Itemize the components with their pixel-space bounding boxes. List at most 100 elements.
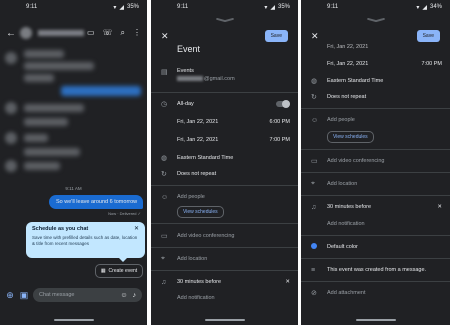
notification-row[interactable]: ♫ 30 minutes before ✕ xyxy=(301,201,450,213)
all-day-label: All-day xyxy=(177,101,194,107)
repeat-row[interactable]: ↻ Does not repeat xyxy=(301,91,450,103)
close-icon[interactable]: ✕ xyxy=(311,31,319,42)
color-label: Default color xyxy=(327,244,358,250)
timestamp-label: 9:11 AM xyxy=(65,186,82,191)
signal-icon: ◢ xyxy=(422,4,427,11)
end-row[interactable]: Fri, Jan 22, 2021 7:00 PM xyxy=(151,134,298,146)
bell-icon: ♫ xyxy=(161,278,167,286)
arrow-back-icon[interactable]: ← xyxy=(6,28,20,39)
message-input[interactable]: Chat message ☺ ♪ xyxy=(33,288,142,302)
location-icon: ⌖ xyxy=(161,255,165,262)
divider xyxy=(301,235,450,236)
end-row[interactable]: Fri, Jan 22, 2021 7:00 PM xyxy=(301,58,450,70)
messages-screen: 9:11 ▾ ◢ 35% ← ▭ ☏ ⌕ ⋮ 9:11 AM So we'll … xyxy=(0,0,147,325)
add-people-row[interactable]: ☺ Add people xyxy=(301,114,450,126)
event-title[interactable]: Event xyxy=(177,44,200,54)
schedule-suggestion-card: Schedule as you chat Save time with pref… xyxy=(26,222,145,262)
avatar xyxy=(5,102,17,114)
people-icon: ☺ xyxy=(161,193,169,201)
divider xyxy=(151,92,298,93)
status-bar: 9:11 ▾ ◢ 34% xyxy=(301,0,450,14)
remove-notification-icon[interactable]: ✕ xyxy=(285,279,290,285)
wifi-icon: ▾ xyxy=(113,4,117,11)
wifi-icon: ▾ xyxy=(416,4,420,11)
description-text: This event was created from a message. xyxy=(327,267,427,273)
emoji-icon[interactable]: ☺ xyxy=(120,292,127,299)
drag-handle[interactable] xyxy=(216,17,234,23)
timezone-row[interactable]: ◍ Eastern Standard Time xyxy=(151,152,298,164)
repeat-label: Does not repeat xyxy=(327,94,367,100)
outgoing-message[interactable]: So we'll leave around 6 tomorrow xyxy=(49,195,143,209)
battery-level: 35% xyxy=(277,4,290,10)
end-date[interactable]: Fri, Jan 22, 2021 xyxy=(177,137,270,143)
add-icon[interactable]: ⊕ xyxy=(5,290,15,301)
timezone-row[interactable]: ◍ Eastern Standard Time xyxy=(301,75,450,87)
description-row[interactable]: ≡ This event was created from a message. xyxy=(301,264,450,276)
gallery-icon[interactable]: ▣ xyxy=(19,290,29,301)
video-icon[interactable]: ▭ xyxy=(87,28,95,38)
search-icon[interactable]: ⌕ xyxy=(121,28,125,38)
timezone-label: Eastern Standard Time xyxy=(177,155,234,161)
clock-icon: ◷ xyxy=(161,101,168,108)
repeat-row[interactable]: ↻ Does not repeat xyxy=(151,168,298,180)
calendar-label: Events xyxy=(177,68,194,74)
calendar-icon: ▤ xyxy=(161,69,168,76)
repeat-label: Does not repeat xyxy=(177,171,217,177)
add-people-label: Add people xyxy=(177,194,205,200)
start-date[interactable]: Fri, Jan 22, 2021 xyxy=(327,44,442,50)
start-row[interactable]: Fri, Jan 22, 2021 6:00 PM xyxy=(151,116,298,128)
repeat-icon: ↻ xyxy=(161,171,167,178)
view-schedules-button[interactable]: View schedules xyxy=(327,131,374,143)
all-day-row[interactable]: ◷ All-day xyxy=(151,98,298,110)
location-icon: ⌖ xyxy=(311,180,315,187)
close-icon[interactable]: ✕ xyxy=(161,31,169,42)
view-schedules-button[interactable]: View schedules xyxy=(177,206,224,218)
add-notification-label: Add notification xyxy=(177,295,215,301)
location-row[interactable]: ⌖ Add location xyxy=(301,178,450,190)
end-date[interactable]: Fri, Jan 22, 2021 xyxy=(327,61,422,67)
divider xyxy=(301,149,450,150)
notification-row[interactable]: ♫ 30 minutes before ✕ xyxy=(151,276,298,288)
repeat-icon: ↻ xyxy=(311,94,317,101)
start-row[interactable]: Fri, Jan 22, 2021 xyxy=(301,42,450,52)
color-row[interactable]: Default color xyxy=(301,241,450,253)
view-schedules-row: View schedules xyxy=(301,131,450,143)
card-title: Schedule as you chat xyxy=(32,226,89,232)
contact-name[interactable] xyxy=(38,30,84,36)
add-people-row[interactable]: ☺ Add people xyxy=(151,191,298,203)
timezone-label: Eastern Standard Time xyxy=(327,78,384,84)
video-row[interactable]: ▭ Add video conferencing xyxy=(301,155,450,167)
message-blurred xyxy=(24,74,54,82)
drag-handle[interactable] xyxy=(367,17,385,23)
save-button[interactable]: Save xyxy=(264,30,288,42)
end-time[interactable]: 7:00 PM xyxy=(422,61,442,67)
notification-label: 30 minutes before xyxy=(177,279,222,285)
remove-notification-icon[interactable]: ✕ xyxy=(437,204,442,210)
globe-icon: ◍ xyxy=(161,155,168,162)
more-icon[interactable]: ⋮ xyxy=(133,28,141,38)
save-button[interactable]: Save xyxy=(416,30,440,42)
close-icon[interactable]: ✕ xyxy=(134,225,139,232)
start-time[interactable]: 6:00 PM xyxy=(270,119,290,125)
event-editor-screen: 9:11 ▾ ◢ 35% ✕ Save Event ▤ Events @gmai… xyxy=(151,0,298,325)
all-day-toggle[interactable] xyxy=(276,100,290,108)
contact-avatar[interactable] xyxy=(20,27,32,39)
end-time[interactable]: 7:00 PM xyxy=(270,137,290,143)
mic-icon[interactable]: ♪ xyxy=(133,292,137,299)
message-blurred xyxy=(24,148,80,156)
attachment-row[interactable]: ⊘ Add attachment xyxy=(301,287,450,299)
add-notification-row[interactable]: Add notification xyxy=(301,218,450,230)
people-icon: ☺ xyxy=(311,116,319,124)
avatar xyxy=(5,132,17,144)
video-row[interactable]: ▭ Add video conferencing xyxy=(151,230,298,242)
create-event-button[interactable]: ▦ Create event xyxy=(95,264,143,278)
phone-icon[interactable]: ☏ xyxy=(103,28,113,38)
divider xyxy=(301,195,450,196)
location-row[interactable]: ⌖ Add location xyxy=(151,253,298,265)
divider xyxy=(151,223,298,224)
message-blurred xyxy=(24,134,48,142)
calendar-row[interactable]: ▤ Events @gmail.com xyxy=(151,68,298,86)
add-notification-row[interactable]: Add notification xyxy=(151,292,298,304)
start-date[interactable]: Fri, Jan 22, 2021 xyxy=(177,119,270,125)
add-notification-label: Add notification xyxy=(327,221,365,227)
